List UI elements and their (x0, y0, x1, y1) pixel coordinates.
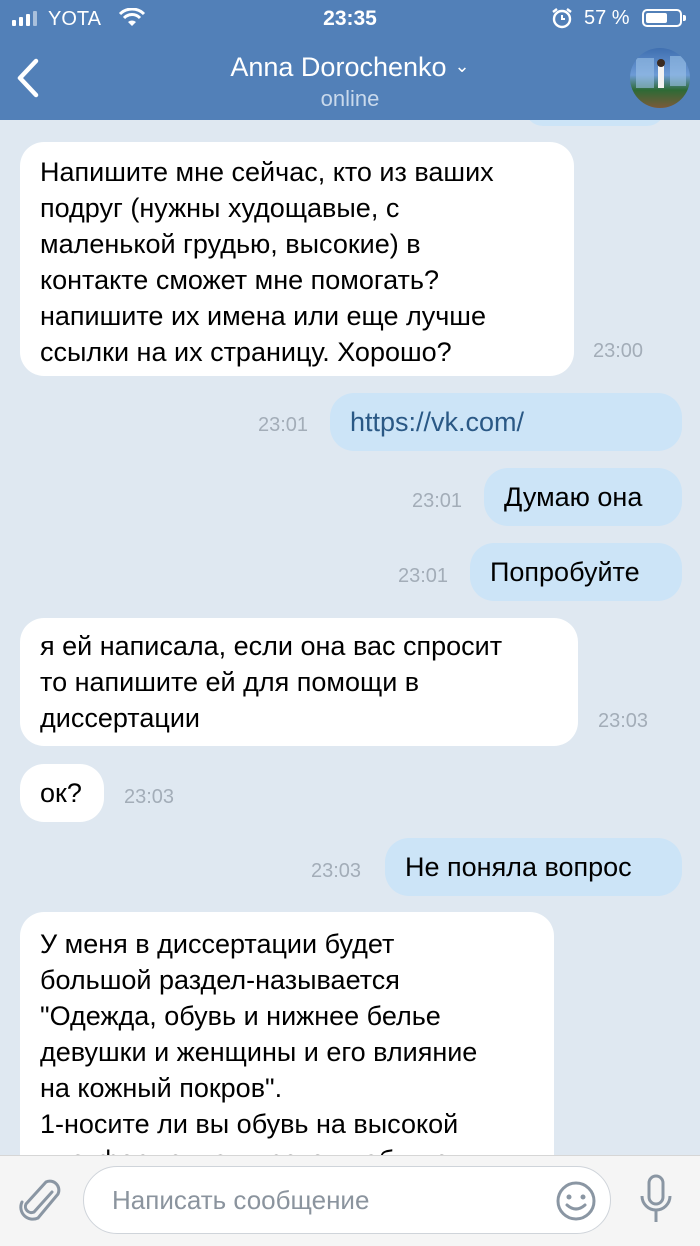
alarm-icon (550, 6, 574, 36)
message-list[interactable]: Напишите мне сейчас, кто из ваших подруг… (0, 120, 700, 1155)
chevron-down-icon: ⌄ (454, 56, 470, 76)
message-time: 23:01 (398, 565, 449, 587)
message-input-placeholder: Написать сообщение (112, 1185, 370, 1215)
message-time: 23:03 (598, 710, 649, 732)
emoji-icon[interactable] (554, 1179, 598, 1228)
contact-name[interactable]: Anna Dorochenko ⌄ (0, 52, 700, 83)
message-outgoing: Думаю она (484, 468, 682, 526)
contact-name-label: Anna Dorochenko (230, 52, 447, 82)
message-time: 23:00 (593, 340, 644, 362)
message-composer: Написать сообщение (0, 1155, 700, 1246)
battery-icon (642, 9, 686, 27)
message-time: 23:01 (258, 414, 309, 436)
avatar[interactable] (630, 48, 690, 108)
microphone-icon[interactable] (638, 1174, 674, 1231)
message-incoming: я ей написала, если она вас спросит то н… (20, 618, 578, 746)
message-incoming: ок? (20, 764, 104, 822)
message-bubble-partial (525, 120, 665, 126)
contact-status: online (320, 86, 380, 111)
message-time: 23:01 (412, 490, 463, 512)
message-outgoing: Не поняла вопрос (385, 838, 682, 896)
paperclip-icon[interactable] (18, 1176, 62, 1231)
message-outgoing-link[interactable]: https://vk.com/ (330, 393, 682, 451)
message-time: 23:03 (124, 786, 175, 808)
message-outgoing: Попробуйте (470, 543, 682, 601)
message-incoming: Напишите мне сейчас, кто из ваших подруг… (20, 142, 574, 376)
status-bar: YOTA 23:35 57 % (0, 0, 700, 38)
message-time: 23:03 (311, 860, 362, 882)
message-incoming: У меня в диссертации будет большой разде… (20, 912, 554, 1155)
battery-percent: 57 % (584, 7, 630, 29)
chat-header: YOTA 23:35 57 % Anna Dorochenko ⌄ online (0, 0, 700, 120)
message-input[interactable]: Написать сообщение (83, 1166, 611, 1234)
